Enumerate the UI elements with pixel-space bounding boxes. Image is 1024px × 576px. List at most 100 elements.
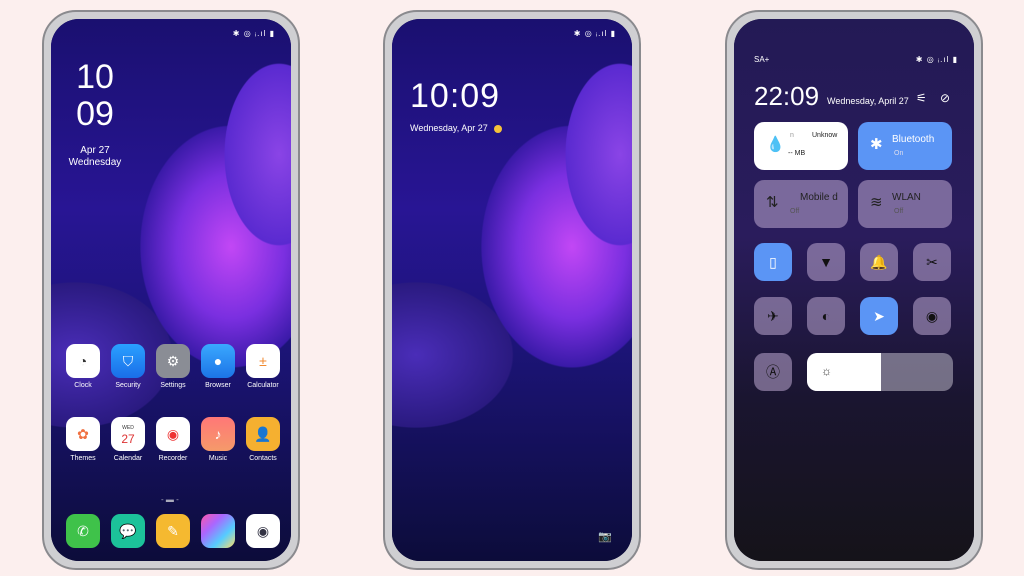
globe-icon: ● <box>201 344 235 378</box>
app-clock[interactable]: ◔ Clock <box>63 344 103 389</box>
app-security[interactable]: ⛉ Security <box>108 344 148 389</box>
screenshot-icon: ✂ <box>926 253 938 270</box>
ring-toggle[interactable]: 🔔 <box>860 243 898 281</box>
tile-label: n <box>790 132 794 139</box>
record-icon: ◉ <box>156 417 190 451</box>
lock-screen: ✱ ◎ ᵢ.ıl ▮ 10:09 Wednesday, Apr 27 📷 <box>392 19 632 561</box>
brightness-icon: ☼ <box>821 364 832 378</box>
control-center: SA+ ✱ ◎ ᵢ.ıl ▮ 22:09 Wednesday, April 27… <box>734 19 974 561</box>
app-contacts[interactable]: 👤 Contacts <box>243 417 283 462</box>
dock-phone[interactable]: ✆ <box>63 514 103 552</box>
app-label: Security <box>115 382 141 389</box>
vibrate-icon: ▯ <box>769 253 777 270</box>
gear-icon: ⚙ <box>156 344 190 378</box>
carrier: SA+ <box>754 55 770 64</box>
message-icon: 💬 <box>111 514 145 548</box>
lotus-icon: ✿ <box>66 417 100 451</box>
edit-icon[interactable]: ⊘ <box>940 91 950 105</box>
tile-state: Off <box>790 208 800 215</box>
flashlight-toggle[interactable]: ▼ <box>807 243 845 281</box>
lock-date-row: Wednesday, Apr 27 <box>410 123 502 133</box>
cc-date: Wednesday, April 27 <box>827 96 909 106</box>
shield-icon: ⛉ <box>111 344 145 378</box>
app-label: Music <box>208 455 228 462</box>
app-recorder[interactable]: ◉ Recorder <box>153 417 193 462</box>
wlan-tile[interactable]: ≋ WLAN Off <box>858 180 952 228</box>
location-icon: ➤ <box>873 307 885 324</box>
tile-state: On <box>894 150 904 157</box>
contact-icon: 👤 <box>246 417 280 451</box>
app-browser[interactable]: ● Browser <box>198 344 238 389</box>
app-calculator[interactable]: ± Calculator <box>243 344 283 389</box>
bell-icon: 🔔 <box>870 253 888 270</box>
app-label: Browser <box>205 382 231 389</box>
clock-icon: ◔ <box>66 344 100 378</box>
brightness-slider[interactable]: ☼ <box>807 353 953 391</box>
tile-usage: -- MB <box>788 150 806 157</box>
clock-widget[interactable]: 10 09 <box>75 59 115 133</box>
screenshot-toggle[interactable]: ✂ <box>913 243 951 281</box>
phone-home: ✱ ◎ ᵢ.ıl ▮ 10 09 Apr 27 Wednesday ◔ Clock ⛉… <box>42 10 300 570</box>
calendar-date: 27 <box>121 432 135 446</box>
app-label: Themes <box>70 455 96 462</box>
auto-brightness-icon: Ⓐ <box>766 364 780 380</box>
app-themes[interactable]: ✿ Themes <box>63 417 103 462</box>
dock-gallery[interactable] <box>198 514 238 552</box>
status-bar-icons: ✱ ◎ ᵢ.ıl ▮ <box>232 29 275 38</box>
calendar-icon: WED 27 <box>111 417 145 451</box>
auto-brightness-toggle[interactable]: Ⓐ <box>754 353 792 391</box>
app-label: Settings <box>160 382 186 389</box>
app-calendar[interactable]: WED 27 Calendar <box>108 417 148 462</box>
app-label: Clock <box>74 382 92 389</box>
flashlight-icon: ▼ <box>819 254 833 270</box>
data-arrows-icon: ⇅ <box>766 194 779 211</box>
data-usage-tile[interactable]: 💧 n Unknow -- MB <box>754 122 848 170</box>
wifi-icon: ≋ <box>870 194 883 211</box>
dock-messages[interactable]: 💬 <box>108 514 148 552</box>
dark-mode-toggle[interactable]: ◐ <box>807 297 845 335</box>
airplane-icon: ✈ <box>767 307 779 324</box>
eye-comfort-toggle[interactable]: ◉ <box>913 297 951 335</box>
app-music[interactable]: ♪ Music <box>198 417 238 462</box>
bluetooth-tile[interactable]: ✱ Bluetooth On <box>858 122 952 170</box>
cc-time: 22:09 <box>754 81 820 111</box>
app-label: Contacts <box>249 455 277 462</box>
status-bar-icons: ✱ ◎ ᵢ.ıl ▮ <box>915 55 958 64</box>
camera-shortcut-icon[interactable]: 📷 <box>598 530 612 543</box>
weather-sun-icon <box>493 124 502 133</box>
phone-lock: ✱ ◎ ᵢ.ıl ▮ 10:09 Wednesday, Apr 27 📷 <box>383 10 641 570</box>
app-label: Recorder <box>158 455 188 462</box>
bluetooth-icon: ✱ <box>870 136 883 153</box>
notes-icon: ✎ <box>156 514 190 548</box>
date: Apr 27 <box>80 145 110 156</box>
brightness-fill <box>807 353 882 391</box>
tile-state: Off <box>894 208 904 215</box>
tile-value: Unknow <box>812 132 838 139</box>
airplane-toggle[interactable]: ✈ <box>754 297 792 335</box>
status-bar-icons: ✱ ◎ ᵢ.ıl ▮ <box>573 29 616 38</box>
clock-hour: 10 <box>76 58 114 96</box>
calculator-icon: ± <box>246 344 280 378</box>
app-label: Calculator <box>247 382 279 389</box>
tile-label: Bluetooth <box>892 134 935 145</box>
dock-camera[interactable]: ◉ <box>243 514 283 552</box>
music-icon: ♪ <box>201 417 235 451</box>
date-widget: Apr 27 Wednesday <box>65 145 125 169</box>
vibrate-toggle[interactable]: ▯ <box>754 243 792 281</box>
mobile-data-tile[interactable]: ⇅ Mobile d Off <box>754 180 848 228</box>
phone-icon: ✆ <box>66 514 100 548</box>
clock-minute: 09 <box>76 95 114 133</box>
gallery-icon <box>201 514 235 548</box>
page-indicator: - ▬ - <box>161 495 179 504</box>
home-screen: ✱ ◎ ᵢ.ıl ▮ 10 09 Apr 27 Wednesday ◔ Clock ⛉… <box>51 19 291 561</box>
lock-time: 10:09 <box>410 77 501 115</box>
dock-notes[interactable]: ✎ <box>153 514 193 552</box>
location-toggle[interactable]: ➤ <box>860 297 898 335</box>
weekday: Wednesday <box>68 157 122 168</box>
app-row-1: ◔ Clock ⛉ Security ⚙ Settings ● Browser ± Cal… <box>63 344 283 389</box>
dock: ✆ 💬 ✎ ◉ <box>63 514 283 552</box>
app-row-2: ✿ Themes WED 27 Calendar ◉ Recorder ♪ Music 👤… <box>63 417 283 462</box>
sliders-icon[interactable]: ⚟ <box>916 91 927 105</box>
app-label: Calendar <box>113 455 143 462</box>
app-settings[interactable]: ⚙ Settings <box>153 344 193 389</box>
